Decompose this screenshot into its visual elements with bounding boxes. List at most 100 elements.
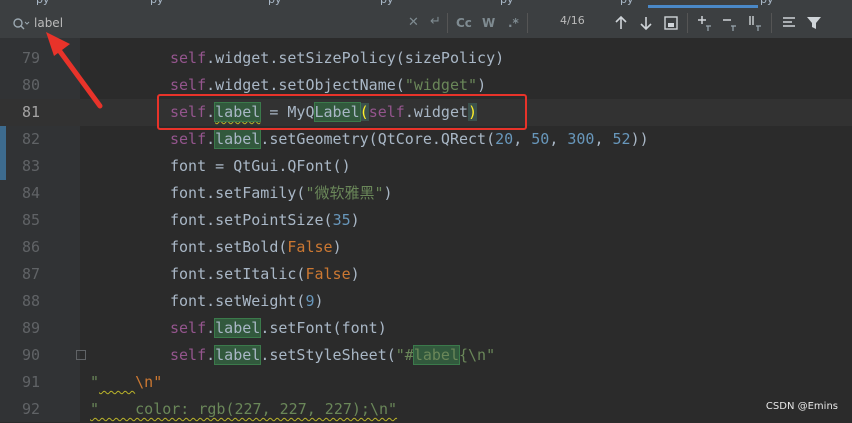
token: )	[332, 238, 342, 256]
select-all-occurrences-icon[interactable]	[662, 13, 680, 33]
line-number: 92	[21, 400, 40, 418]
line-number: 80	[21, 76, 40, 94]
token: .setGeometry(QtCore.QRect(	[260, 130, 496, 148]
line-number: 88	[21, 292, 40, 310]
token: .widget.setSizePolicy(sizePolicy)	[206, 49, 505, 67]
remove-occurrence-icon[interactable]	[721, 13, 739, 33]
token: ,	[513, 130, 532, 148]
tab-label[interactable]: py	[150, 0, 164, 6]
tab-label[interactable]: py	[268, 0, 282, 6]
search-history-icon[interactable]	[12, 16, 30, 30]
toggle-occurrence-icon[interactable]	[746, 13, 764, 33]
separator	[771, 13, 772, 33]
token: font.setFamily(	[170, 184, 306, 202]
tab-label[interactable]: py	[620, 0, 634, 6]
next-occurrence-icon[interactable]	[637, 13, 655, 33]
search-input[interactable]	[34, 14, 394, 32]
whole-words-button[interactable]: W	[482, 13, 495, 33]
token: .setStyleSheet(	[260, 346, 396, 364]
match-count: 4/16	[560, 14, 585, 27]
regex-button[interactable]: .*	[508, 13, 519, 33]
line-number: 91	[21, 373, 40, 391]
token-string: "	[90, 373, 100, 391]
code-text[interactable]: font.setFamily("微软雅黑")	[170, 180, 393, 207]
code-text[interactable]: font.setPointSize(35)	[170, 207, 360, 234]
token: ,	[549, 130, 568, 148]
filter-search-results-icon[interactable]	[780, 13, 798, 33]
previous-occurrence-icon[interactable]	[612, 13, 630, 33]
code-text[interactable]: " \n"	[90, 369, 162, 396]
token-self: self	[170, 319, 207, 337]
code-text[interactable]: " color: rgb(227, 227, 227);\n"	[90, 396, 397, 423]
token: )	[350, 265, 360, 283]
token-self: self	[170, 346, 207, 364]
code-text[interactable]: font = QtGui.QFont()	[170, 153, 351, 180]
token-string: {\n"	[459, 346, 496, 364]
token-keyword: False	[287, 238, 333, 256]
token: .widget.setObjectName(	[206, 76, 405, 94]
token-string: "widget"	[404, 76, 478, 94]
line-number: 90	[21, 346, 40, 364]
code-text[interactable]: self.label.setFont(font)	[170, 315, 387, 342]
code-text[interactable]: font.setBold(False)	[170, 234, 342, 261]
add-occurrence-icon[interactable]	[696, 13, 714, 33]
line-number: 84	[21, 184, 40, 202]
tab-label[interactable]: py	[380, 0, 394, 6]
search-box: ✕ ↵	[6, 12, 446, 34]
token-keyword: False	[305, 265, 351, 283]
token-self: self	[170, 130, 207, 148]
line-number: 81	[21, 103, 40, 121]
token: font.setItalic(	[170, 265, 306, 283]
funnel-filter-icon[interactable]	[805, 13, 823, 33]
clear-icon[interactable]: ✕	[408, 16, 419, 30]
token-number: 300	[567, 130, 595, 148]
token: )	[314, 292, 324, 310]
match-case-button[interactable]: Cc	[456, 13, 472, 33]
line-number: 79	[21, 49, 40, 67]
search-match: label	[214, 345, 262, 365]
code-line: 91 " \n"	[0, 369, 852, 396]
code-text[interactable]: font.setWeight(9)	[170, 288, 324, 315]
code-line: 79 self.widget.setSizePolicy(sizePolicy)	[0, 45, 852, 72]
code-line: 83 font = QtGui.QFont()	[0, 153, 852, 180]
separator	[527, 13, 528, 33]
token-number: 50	[531, 130, 550, 148]
separator	[687, 13, 688, 33]
code-text[interactable]: self.widget.setSizePolicy(sizePolicy)	[170, 45, 504, 72]
code-text[interactable]: font.setItalic(False)	[170, 261, 360, 288]
code-line: 92 " color: rgb(227, 227, 227);\n"	[0, 396, 852, 423]
line-number: 83	[21, 157, 40, 175]
tab-label[interactable]: py	[36, 0, 50, 6]
code-line: 89 self.label.setFont(font)	[0, 315, 852, 342]
token: font.setPointSize(	[170, 211, 333, 229]
token: .setFont(font)	[260, 319, 387, 337]
code-line: 90 self.label.setStyleSheet("#label{\n"	[0, 342, 852, 369]
new-line-icon[interactable]: ↵	[430, 14, 441, 29]
tab-label[interactable]: py	[760, 0, 774, 6]
token-number: 52	[612, 130, 631, 148]
token-number: 35	[332, 211, 351, 229]
separator	[447, 13, 448, 33]
code-text[interactable]: self.label.setGeometry(QtCore.QRect(20, …	[170, 126, 649, 153]
code-text[interactable]: self.label.setStyleSheet("#label{\n"	[170, 342, 495, 369]
line-number: 89	[21, 319, 40, 337]
fold-marker-icon[interactable]	[76, 350, 86, 360]
token: )	[383, 184, 393, 202]
token-self: self	[170, 49, 207, 67]
token: font.setWeight(	[170, 292, 306, 310]
line-number: 87	[21, 265, 40, 283]
search-match: label	[214, 318, 262, 338]
tab-label[interactable]: py	[500, 0, 514, 6]
token-number: 20	[495, 130, 514, 148]
code-line: 87 font.setItalic(False)	[0, 261, 852, 288]
token: )	[350, 211, 360, 229]
token-self: self	[170, 76, 207, 94]
token: font.setBold(	[170, 238, 288, 256]
line-number: 85	[21, 211, 40, 229]
find-bar: ✕ ↵ Cc W .* 4/16	[0, 8, 852, 39]
search-match: label	[214, 129, 262, 149]
token-number: 9	[305, 292, 315, 310]
line-number: 86	[21, 238, 40, 256]
token: )	[477, 76, 487, 94]
code-line: 85 font.setPointSize(35)	[0, 207, 852, 234]
